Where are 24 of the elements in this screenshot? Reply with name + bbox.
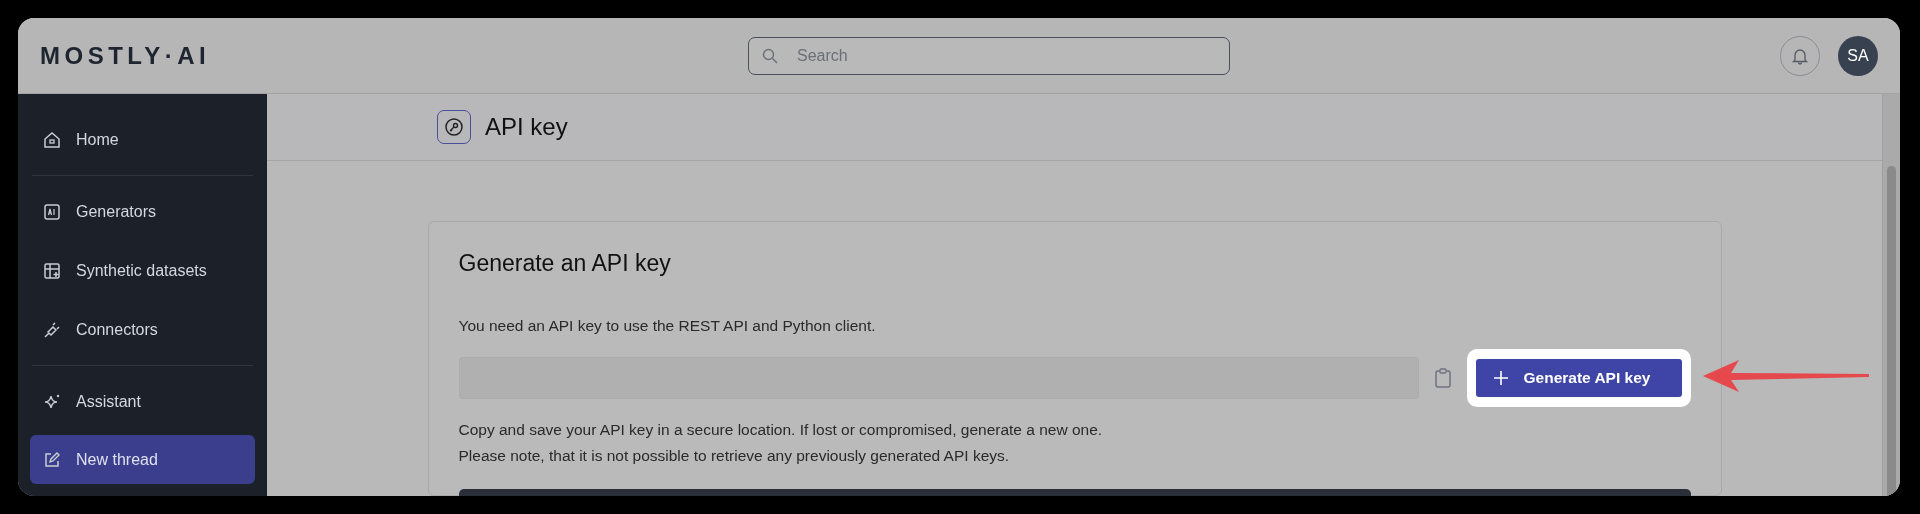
plug-icon (42, 319, 62, 340)
home-icon (42, 129, 62, 150)
search-field[interactable]: Search (748, 36, 1230, 75)
scrollbar-thumb[interactable] (1887, 166, 1896, 496)
plus-icon (1493, 371, 1508, 385)
logo[interactable]: MOSTLY·AI (40, 41, 748, 70)
sidebar-item[interactable]: Home (30, 110, 255, 169)
sidebar-item[interactable]: Connectors (30, 300, 255, 359)
sidebar-item[interactable]: Generators (30, 182, 255, 241)
sidebar-item[interactable]: Assistant (30, 372, 255, 431)
new-thread-button[interactable]: New thread (30, 435, 255, 484)
table-icon (42, 260, 62, 281)
note-text: Copy and save your API key in a secure location. If lost or compromised, generate a new one. (458, 420, 1104, 440)
sidebar-item[interactable]: Synthetic datasets (30, 241, 255, 300)
pencil-icon (42, 449, 62, 470)
card-heading: Generate an API key (458, 250, 672, 277)
note-text: Please note, that it is not possible to retrieve any previously generated API keys. (458, 446, 1011, 466)
clipboard-icon[interactable] (1434, 368, 1451, 388)
avatar[interactable]: SA (1838, 35, 1878, 76)
chip-icon (42, 201, 62, 222)
intro-text: You need an API key to use the REST API and Python client. (458, 316, 877, 336)
key-icon (437, 110, 471, 144)
generate-api-key-button[interactable]: Generate API key (1475, 359, 1682, 397)
page-title: API key (485, 113, 568, 141)
